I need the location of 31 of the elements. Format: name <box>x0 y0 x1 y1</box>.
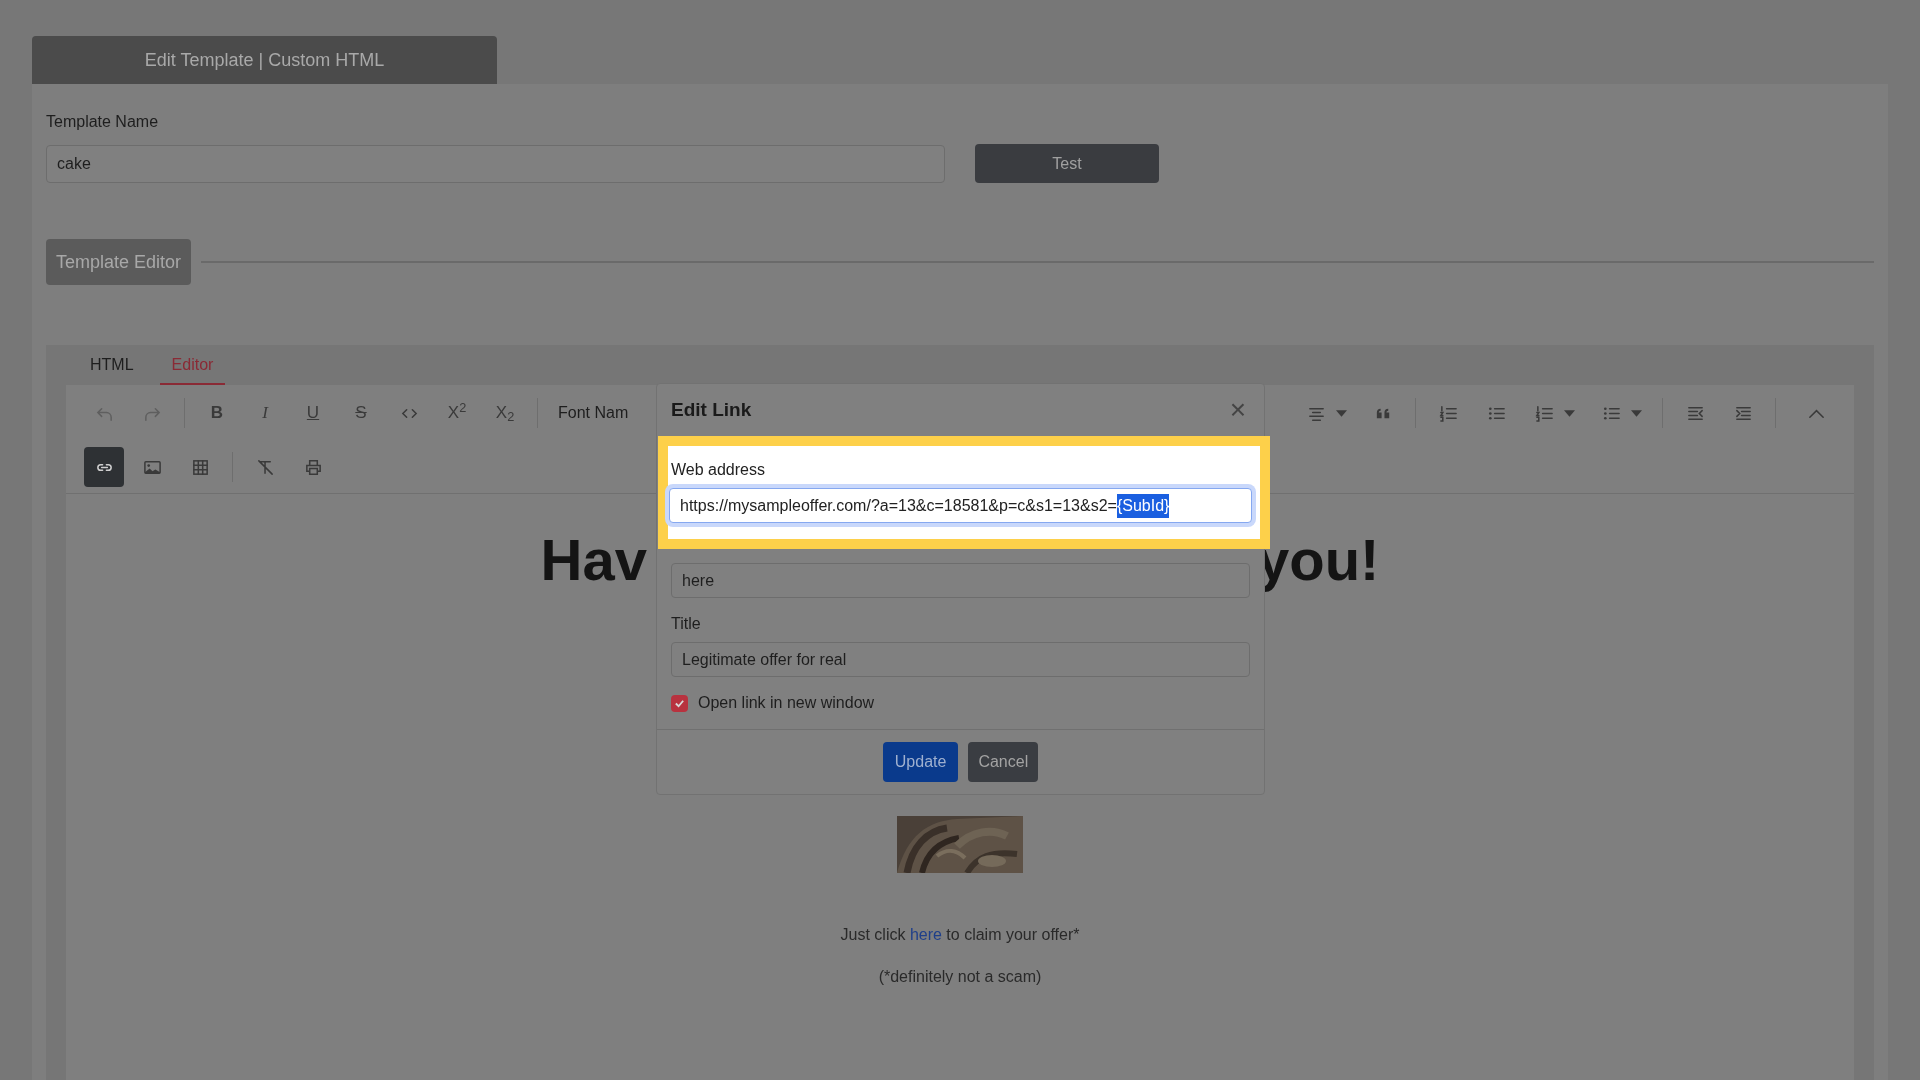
close-button[interactable]: × <box>1225 396 1250 424</box>
editor-tab[interactable]: HTML <box>78 353 146 385</box>
check-icon <box>674 697 685 709</box>
caret-icon[interactable] <box>1631 409 1643 417</box>
text-field[interactable]: Legitimate offer for real <box>671 642 1250 677</box>
dialog-title: Edit Link <box>671 397 752 422</box>
caret-icon[interactable] <box>1336 409 1348 417</box>
heading-text: Hav <box>540 525 647 594</box>
format-button[interactable]: S <box>341 393 381 433</box>
offer-link[interactable]: here <box>909 926 942 943</box>
font-name-dropdown[interactable]: Font Nam <box>558 401 629 425</box>
cancel-button[interactable]: Cancel <box>968 742 1039 782</box>
disclaimer-text: (*definitely not a scam) <box>878 967 1042 987</box>
format-button[interactable]: B <box>197 393 237 433</box>
link-button[interactable] <box>84 447 124 487</box>
field-label: Template Name <box>46 112 160 132</box>
checkbox[interactable] <box>671 694 688 712</box>
template-name-field[interactable]: cake <box>46 144 945 183</box>
field-label: Web address <box>670 460 766 480</box>
format-button[interactable]: I <box>245 393 285 433</box>
format-button[interactable]: U <box>293 393 333 433</box>
test-button[interactable]: Test <box>975 144 1159 183</box>
template-editor-button[interactable]: Template Editor <box>46 239 192 285</box>
update-button[interactable]: Update <box>882 742 959 782</box>
text-field[interactable]: here <box>671 563 1250 598</box>
format-button[interactable]: X$^{2}$ <box>437 393 477 433</box>
checkbox-label: Open link in new window <box>698 693 875 713</box>
offer-text: Just click here to claim your offer* <box>840 925 1080 945</box>
format-button[interactable]: X$_{2}$ <box>485 393 525 433</box>
caret-icon[interactable] <box>1564 409 1576 417</box>
field-label: Title <box>671 614 702 634</box>
